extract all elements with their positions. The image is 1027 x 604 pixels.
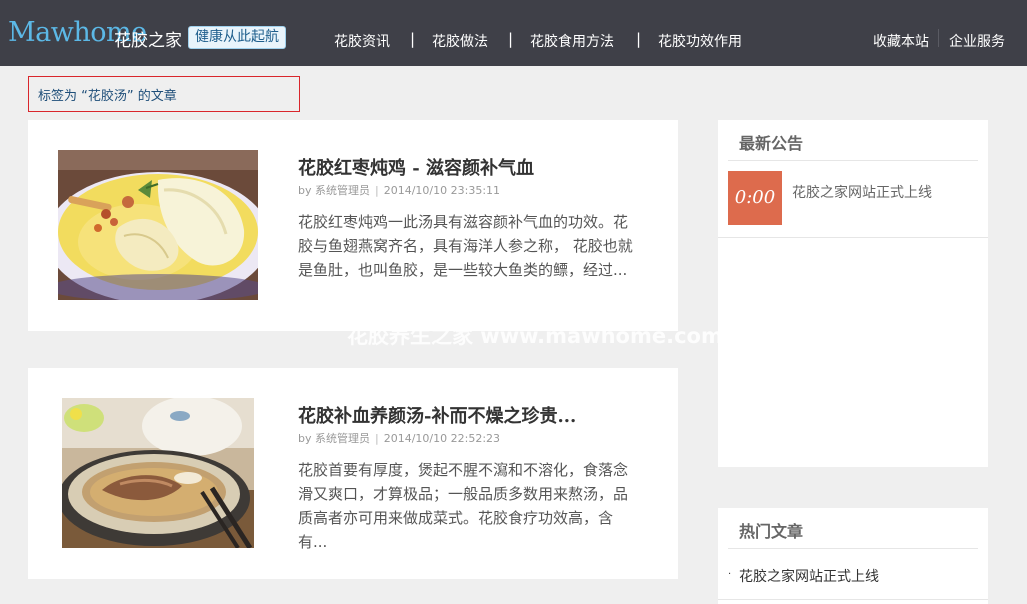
sidebar-hot-panel: 热门文章 · 花胶之家网站正式上线 (718, 508, 988, 604)
tag-heading-box: 标签为 “花胶汤” 的文章 (28, 76, 300, 112)
soup-bowl-image (58, 150, 258, 300)
article-date: 2014/10/10 22:52:23 (383, 432, 501, 445)
article-thumbnail[interactable] (62, 398, 254, 548)
notice-panel-title: 最新公告 (739, 134, 804, 153)
list-bullet: · (728, 569, 732, 580)
article-title[interactable]: 花胶补血养颜汤-补而不燥之珍贵... (298, 402, 576, 428)
article-meta: by 系统管理员 | 2014/10/10 22:52:23 (298, 432, 501, 445)
divider (728, 548, 978, 549)
nav-item-usage[interactable]: 花胶食用方法 (530, 31, 614, 51)
article-author[interactable]: 系统管理员 (315, 184, 370, 197)
sidebar-notice-panel: 最新公告 0:00 花胶之家网站正式上线 (718, 120, 988, 467)
notice-date-badge: 0:00 (728, 171, 782, 225)
article-title[interactable]: 花胶红枣炖鸡 - 滋容颜补气血 (298, 154, 534, 180)
top-header: Mawhome 花胶之家 健康从此起航 花胶资讯 | 花胶做法 | 花胶食用方法… (0, 0, 1027, 66)
divider (718, 237, 988, 238)
hot-article-item[interactable]: 花胶之家网站正式上线 (739, 566, 879, 586)
article-meta: by 系统管理员 | 2014/10/10 23:35:11 (298, 184, 501, 197)
nav-item-recipes[interactable]: 花胶做法 (432, 31, 488, 51)
soup-bowl-image (62, 398, 254, 548)
logo-slogan: 健康从此起航 (188, 26, 286, 49)
site-watermark: 花胶养生之家 www.mawhome.com (347, 324, 723, 348)
article-card: 花胶补血养颜汤-补而不燥之珍贵... by 系统管理员 | 2014/10/10 2… (28, 368, 678, 579)
logo-chinese: 花胶之家 (114, 31, 182, 51)
article-thumbnail[interactable] (58, 150, 258, 300)
enterprise-service-link[interactable]: 企业服务 (949, 31, 1005, 51)
header-divider (938, 29, 939, 47)
nav-item-news[interactable]: 花胶资讯 (334, 31, 390, 51)
notice-item[interactable]: 花胶之家网站正式上线 (792, 182, 932, 202)
tag-heading: 标签为 “花胶汤” 的文章 (38, 89, 177, 104)
divider (728, 160, 978, 161)
article-excerpt: 花胶红枣炖鸡一此汤具有滋容颜补气血的功效。花胶与鱼翅燕窝齐名，具有海洋人参之称，… (298, 213, 633, 279)
divider (718, 599, 988, 600)
nav-separator: | (636, 30, 642, 48)
article-author[interactable]: 系统管理员 (315, 432, 370, 445)
by-label: by (298, 432, 312, 445)
article-card: 花胶红枣炖鸡 - 滋容颜补气血 by 系统管理员 | 2014/10/10 23:3… (28, 120, 678, 331)
hot-panel-title: 热门文章 (739, 522, 804, 541)
by-label: by (298, 184, 312, 197)
nav-item-benefits[interactable]: 花胶功效作用 (658, 31, 742, 51)
nav-separator: | (410, 30, 416, 48)
article-excerpt: 花胶首要有厚度，煲起不腥不瀉和不溶化，食落念滑又爽口，才算极品；一般品质多数用来… (298, 461, 629, 551)
nav-separator: | (508, 30, 514, 48)
bookmark-link[interactable]: 收藏本站 (873, 31, 929, 51)
article-date: 2014/10/10 23:35:11 (383, 184, 501, 197)
